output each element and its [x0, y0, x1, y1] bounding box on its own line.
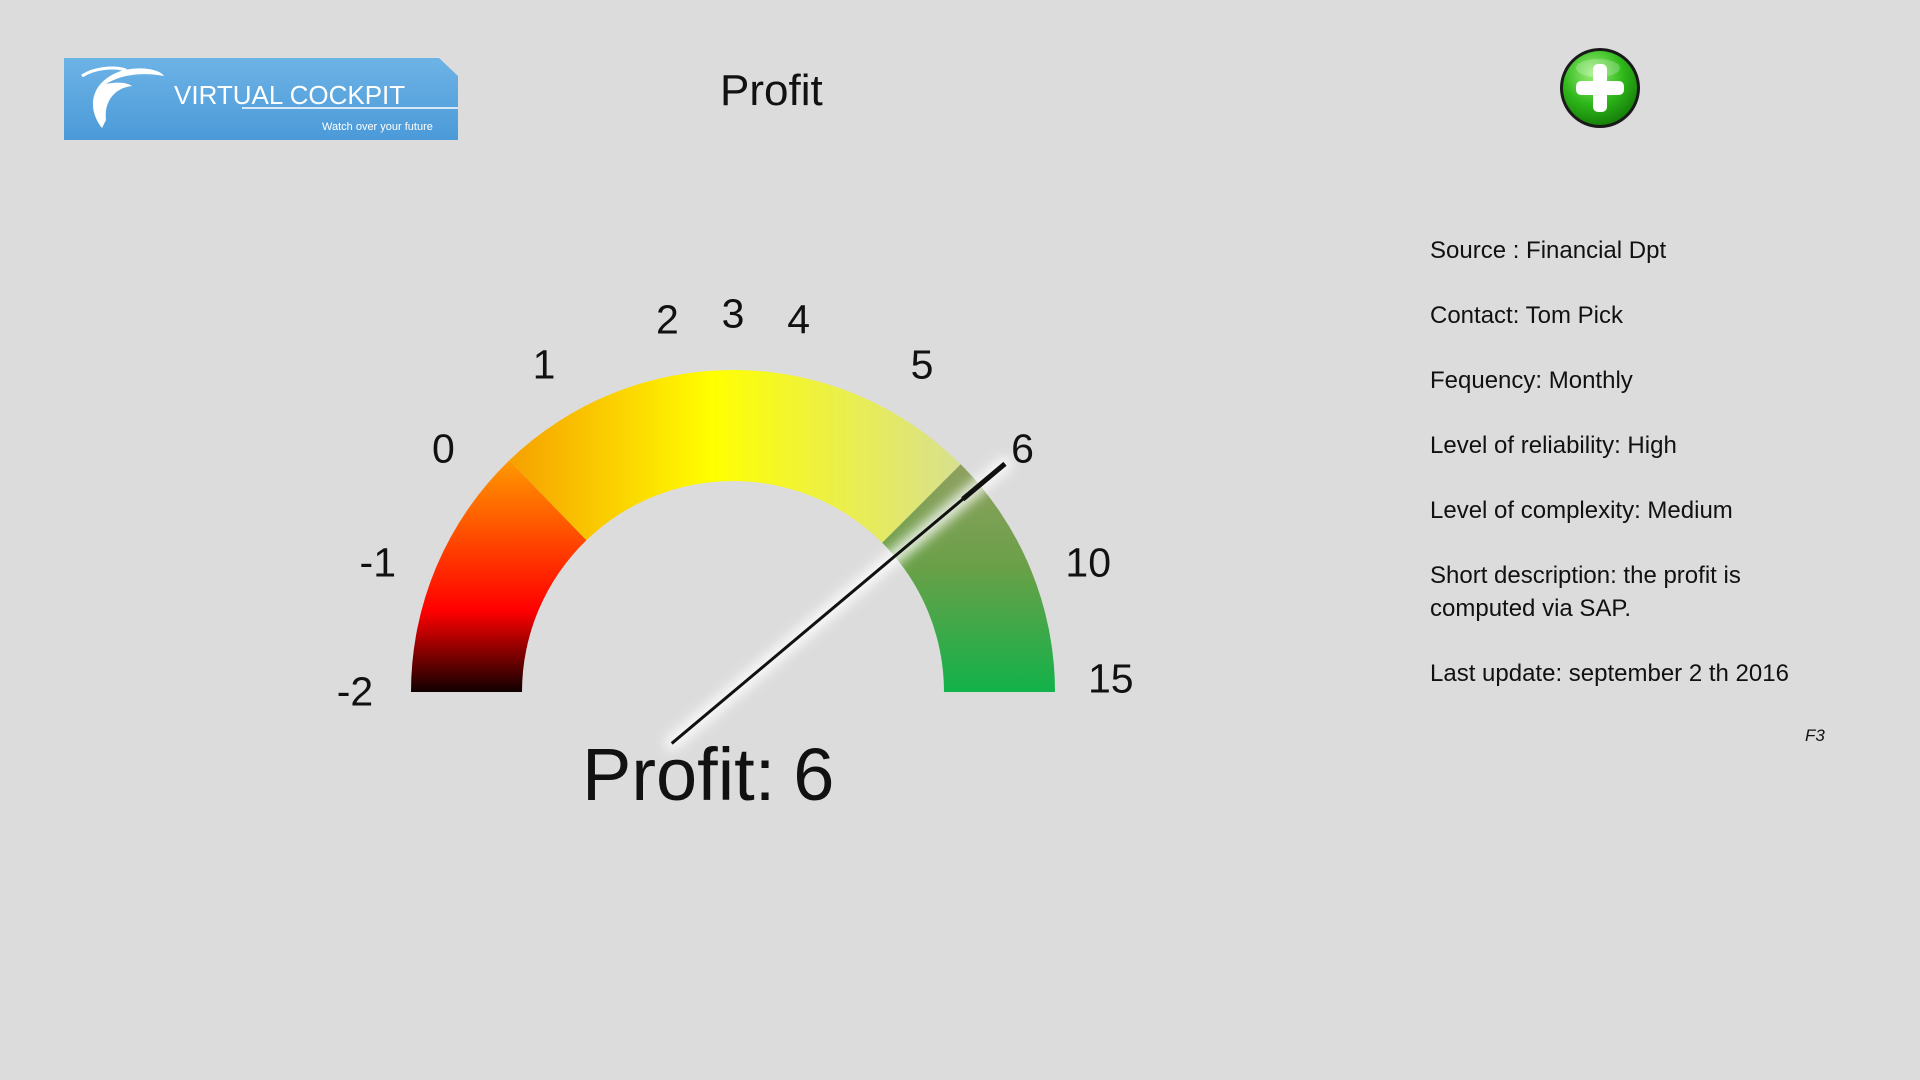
info-complexity: Level of complexity: Medium	[1430, 497, 1733, 524]
gauge-tick-label: -1	[359, 539, 397, 586]
gauge-tick-label: 10	[1065, 539, 1112, 586]
page-id: F3	[1805, 726, 1825, 745]
gauge-tick-label: 6	[1011, 425, 1034, 472]
gauge-tick-label: 4	[787, 296, 811, 343]
info-source: Source : Financial Dpt	[1430, 237, 1667, 264]
gauge-tick-label: 0	[432, 425, 455, 472]
gauge-tick-label: -2	[336, 668, 374, 715]
info-description-line-2: computed via SAP.	[1430, 595, 1632, 622]
info-reliability: Level of reliability: High	[1430, 432, 1677, 459]
info-description-line-1: Short description: the profit is	[1430, 562, 1741, 589]
gauge-tick-label: 2	[655, 296, 679, 343]
info-contact: Contact: Tom Pick	[1430, 302, 1623, 329]
info-last-update: Last update: september 2 th 2016	[1430, 660, 1789, 687]
gauge-tick-label: 15	[1087, 655, 1134, 702]
gauge-tick-label: 3	[721, 290, 745, 337]
add-button[interactable]	[1558, 46, 1642, 130]
info-panel: Source : Financial Dpt Contact: Tom Pick…	[1430, 234, 1850, 722]
info-frequency: Fequency: Monthly	[1430, 367, 1633, 394]
info-description: Short description: the profit is compute…	[1430, 559, 1850, 625]
readout-value: 6	[793, 733, 835, 816]
gauge-tick-label: 5	[910, 341, 934, 388]
readout-label: Profit:	[582, 733, 776, 816]
profit-readout: Profit: 6	[582, 732, 834, 817]
gauge-tick-label: 1	[532, 341, 556, 388]
plus-circle-icon	[1560, 48, 1640, 128]
gauge-segment-yellow	[509, 369, 961, 543]
